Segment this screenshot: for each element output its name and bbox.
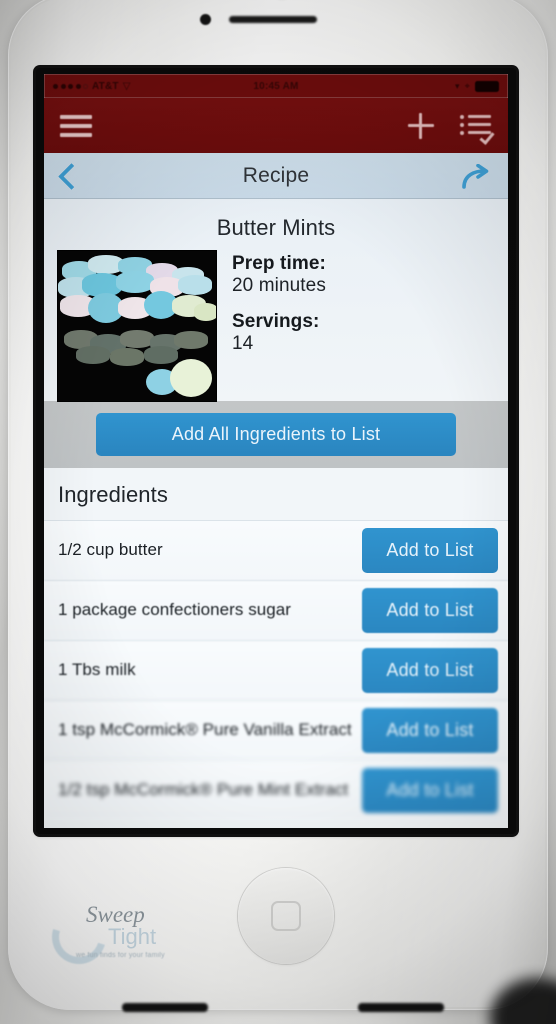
add-to-list-button[interactable]: Add to List — [362, 708, 498, 753]
add-all-ingredients-button[interactable]: Add All Ingredients to List — [96, 413, 456, 456]
home-button[interactable] — [238, 868, 334, 964]
add-all-band: Add All Ingredients to List — [44, 401, 508, 468]
ingredients-section-header: Ingredients — [44, 468, 508, 520]
add-to-list-button[interactable]: Add to List — [362, 648, 498, 693]
status-bar: AT&T ▽ 10:45 AM ▾ ⌖ — [44, 74, 508, 98]
hamburger-menu-icon[interactable] — [60, 114, 92, 137]
servings-label: Servings: — [232, 311, 320, 332]
add-to-list-button[interactable]: Add to List — [362, 768, 498, 813]
share-arrow-icon[interactable] — [462, 163, 492, 189]
ingredients-list: 1/2 cup butter Add to List 1 package con… — [44, 520, 508, 820]
recipe-title: Butter Mints — [216, 215, 336, 240]
sub-navigation-bar: Recipe — [44, 153, 508, 199]
prep-time-value: 20 minutes — [232, 275, 326, 296]
recipe-photo — [58, 251, 216, 401]
recipe-content: Butter Mints Prep time: 20 minutes Servi… — [44, 199, 508, 828]
bluetooth-icon: ⌖ — [464, 80, 470, 91]
table-row: 1 Tbs milk Add to List — [44, 640, 508, 700]
prep-time-label: Prep time: — [232, 253, 326, 274]
checklist-icon[interactable] — [460, 114, 495, 145]
status-bar-left: AT&T ▽ — [53, 81, 131, 92]
table-row: 1 package confectioners sugar Add to Lis… — [44, 580, 508, 640]
photo-shelf-line — [58, 323, 216, 328]
recipe-hero-row: Prep time: 20 minutes Servings: 14 — [44, 251, 508, 401]
table-row: 1 tsp McCormick® Pure Vanilla Extract Ad… — [44, 700, 508, 760]
table-row: 1/2 cup butter Add to List — [44, 520, 508, 580]
page-title: Recipe — [242, 163, 310, 187]
phone-glass: AT&T ▽ 10:45 AM ▾ ⌖ Recipe Butter Mints … — [36, 68, 516, 834]
ingredient-name: 1/2 cup butter — [58, 540, 163, 560]
battery-full-icon — [475, 80, 499, 92]
wifi-icon: ▽ — [122, 80, 131, 92]
ingredient-name: 1 tsp McCormick® Pure Vanilla Extract — [58, 720, 352, 740]
ingredient-name: 1/2 tsp McCormick® Pure Mint Extract — [58, 780, 349, 800]
speaker-grille-left — [122, 1003, 208, 1012]
home-square-icon — [271, 901, 301, 931]
add-to-list-button[interactable]: Add to List — [362, 588, 498, 633]
status-bar-right: ▾ ⌖ — [455, 80, 499, 92]
phone-screen: AT&T ▽ 10:45 AM ▾ ⌖ Recipe Butter Mints … — [44, 74, 508, 828]
location-arrow-icon: ▾ — [455, 80, 460, 91]
plus-icon[interactable] — [408, 112, 434, 139]
earpiece-speaker — [229, 16, 317, 23]
recipe-hero: Butter Mints Prep time: 20 minutes Servi… — [44, 199, 508, 401]
app-bar — [44, 98, 508, 153]
add-to-list-button[interactable]: Add to List — [362, 528, 498, 573]
speaker-grille-right — [358, 1003, 444, 1012]
ingredient-name: 1 package confectioners sugar — [58, 600, 291, 620]
app-bar-actions — [408, 112, 495, 145]
servings-value: 14 — [232, 333, 254, 354]
carrier-label: AT&T — [92, 80, 119, 92]
front-camera — [200, 14, 211, 25]
table-row: 1/2 tsp McCormick® Pure Mint Extract Add… — [44, 760, 508, 820]
photo-scene: AT&T ▽ 10:45 AM ▾ ⌖ Recipe Butter Mints … — [0, 0, 556, 1024]
signal-strength-icon — [53, 83, 88, 89]
ingredient-name: 1 Tbs milk — [58, 660, 136, 680]
recipe-meta: Prep time: 20 minutes Servings: 14 — [232, 251, 326, 369]
back-chevron-icon[interactable] — [60, 163, 76, 189]
